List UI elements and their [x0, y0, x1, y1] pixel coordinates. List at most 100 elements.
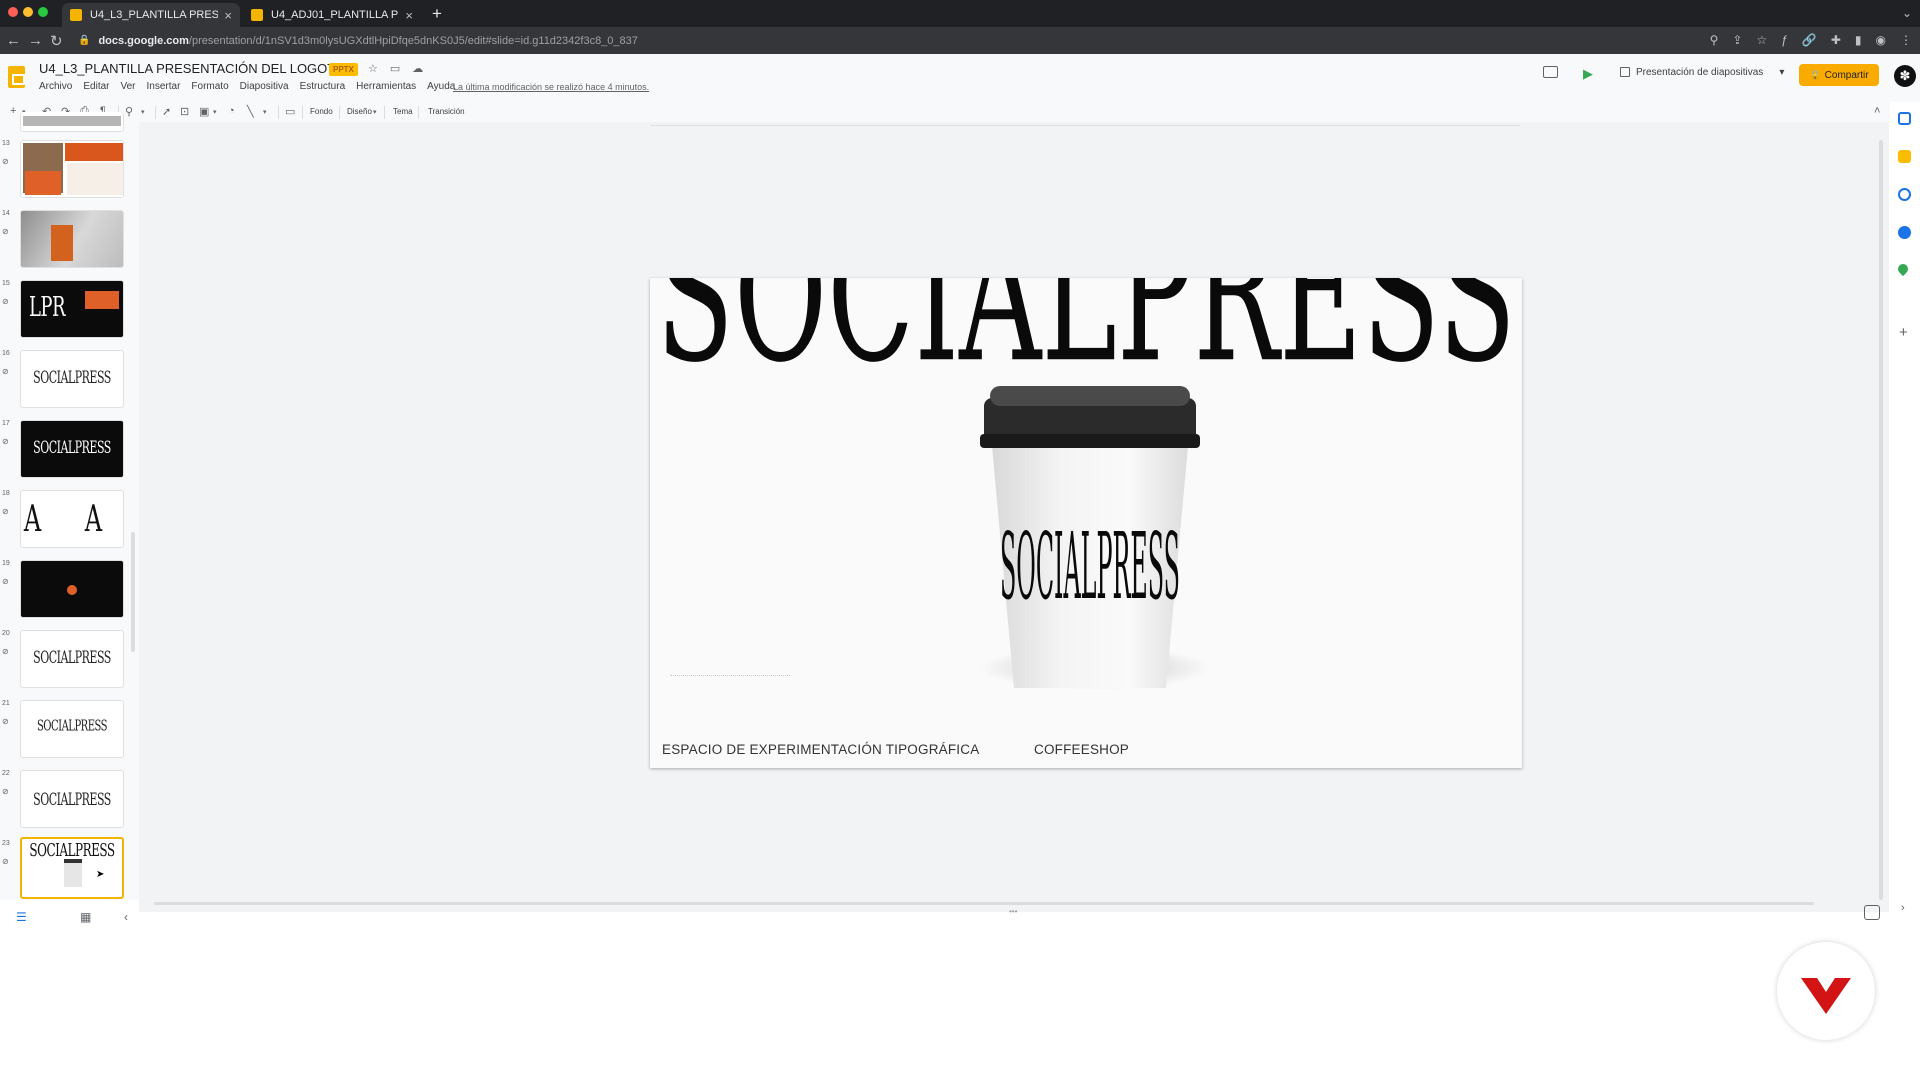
slide-thumbnail[interactable] — [20, 560, 124, 618]
slide-thumbnail[interactable]: A A — [20, 490, 124, 548]
menu-archivo[interactable]: Archivo — [39, 81, 72, 92]
zoom-icon[interactable]: ⚲ — [125, 105, 133, 118]
close-tab-icon[interactable]: × — [224, 8, 232, 23]
chevron-down-icon[interactable]: ▾ — [373, 108, 377, 116]
lock-icon: 🔒 — [78, 35, 91, 46]
present-button[interactable]: Presentación de diapositivas ▾ — [1620, 61, 1784, 83]
comments-icon[interactable] — [1543, 66, 1558, 78]
hide-panel-icon[interactable]: › — [1901, 902, 1905, 914]
menu-estructura[interactable]: Estructura — [300, 81, 346, 92]
back-arrow-icon[interactable]: ← — [6, 32, 21, 49]
profile-icon[interactable]: ◉ — [1876, 33, 1886, 47]
slide-thumbnail[interactable]: SOCIALPRESS — [20, 420, 124, 478]
collapse-filmstrip-icon[interactable]: ‹ — [124, 910, 128, 924]
explore-icon[interactable] — [1864, 905, 1880, 920]
menu-herramientas[interactable]: Herramientas — [356, 81, 416, 92]
keep-icon[interactable] — [1898, 150, 1911, 163]
avatar[interactable]: ✽ — [1894, 65, 1916, 87]
chevron-down-icon[interactable]: ▾ — [1779, 67, 1784, 78]
bookmark-star-icon[interactable]: ☆ — [1756, 33, 1767, 47]
document-title[interactable]: U4_L3_PLANTILLA PRESENTACIÓN DEL LOGOTIP… — [39, 61, 358, 76]
slide-thumbnail[interactable]: SOCIALPRESS — [20, 350, 124, 408]
browser-tab[interactable]: U4_ADJ01_PLANTILLA PRESEN × — [243, 3, 421, 27]
minimize-window-button[interactable] — [23, 7, 33, 17]
share-button[interactable]: 🔒 Compartir — [1799, 64, 1879, 86]
menu-insertar[interactable]: Insertar — [147, 81, 181, 92]
browser-tab-active[interactable]: U4_L3_PLANTILLA PRESENTAC × — [62, 3, 240, 27]
close-tab-icon[interactable]: × — [405, 8, 413, 23]
contacts-icon[interactable] — [1898, 226, 1911, 239]
url-host: docs.google.com — [98, 34, 189, 47]
menu-formato[interactable]: Formato — [191, 81, 228, 92]
slide-number: 13 — [2, 140, 10, 147]
browser-menu-icon[interactable]: ⋮ — [1900, 33, 1912, 47]
url-field[interactable]: 🔒 docs.google.com /presentation/d/1nSV1d… — [78, 30, 1158, 51]
maximize-window-button[interactable] — [38, 7, 48, 17]
link-icon: ⊘ — [2, 437, 9, 446]
image-icon[interactable]: ▣ — [199, 105, 209, 118]
slide-thumbnail-selected[interactable]: SOCIALPRESS ➤ — [20, 837, 124, 899]
theme-button[interactable]: Tema — [393, 107, 413, 116]
extension-icon[interactable]: ƒ — [1781, 33, 1788, 47]
tab-search-chevron-icon[interactable]: ⌄ — [1902, 6, 1912, 20]
share-page-icon[interactable]: ⇪ — [1732, 33, 1742, 47]
text-box-icon[interactable]: ⊡ — [180, 105, 189, 118]
canvas-horizontal-scrollbar[interactable] — [154, 902, 1814, 905]
slide-thumbnail[interactable]: LPR — [20, 280, 124, 338]
menu-diapositiva[interactable]: Diapositiva — [240, 81, 289, 92]
background-button[interactable]: Fondo — [310, 107, 333, 116]
last-edit-link[interactable]: La última modificación se realizó hace 4… — [453, 82, 649, 92]
slide-thumbnail[interactable]: SOCIALPRESS — [20, 700, 124, 758]
star-icon[interactable]: ☆ — [368, 62, 378, 75]
thumbnail-glyphs: A A — [23, 498, 121, 540]
chevron-down-icon[interactable]: ▾ — [141, 108, 145, 116]
shape-icon[interactable]: ◔ — [228, 105, 235, 117]
puzzle-icon[interactable]: ✚ — [1831, 33, 1841, 47]
add-addon-icon[interactable]: + — [1899, 324, 1908, 341]
address-bar-row: ← → ↻ 🔒 docs.google.com /presentation/d/… — [0, 27, 1920, 54]
link-icon: ⊘ — [2, 297, 9, 306]
speaker-notes-handle[interactable]: ••• — [1009, 907, 1017, 916]
toolbar-divider — [384, 106, 385, 119]
slides-logo-icon[interactable] — [8, 66, 25, 88]
collapse-toolbar-icon[interactable]: ˄ — [1874, 105, 1880, 117]
chevron-down-icon[interactable]: ▾ — [263, 108, 267, 116]
cloud-status-icon[interactable]: ☁ — [412, 62, 423, 75]
layout-button[interactable]: Diseño — [347, 107, 372, 116]
filmstrip-scrollbar[interactable] — [131, 532, 135, 652]
meet-icon[interactable]: ▶ — [1583, 66, 1593, 82]
new-tab-button[interactable]: + — [432, 4, 442, 24]
move-folder-icon[interactable]: ▭ — [390, 62, 400, 75]
maps-icon[interactable] — [1895, 261, 1911, 277]
toolbar-divider — [418, 106, 419, 119]
canvas-vertical-scrollbar[interactable] — [1879, 140, 1883, 900]
reload-icon[interactable]: ↻ — [50, 32, 63, 50]
current-slide[interactable]: SOCIALPRESS SOCIALPRESS ESPACIO DE EXPER… — [650, 278, 1522, 768]
slides-panel-icon[interactable] — [1898, 112, 1911, 125]
tasks-icon[interactable] — [1898, 188, 1911, 201]
sidebar-icon[interactable]: ▮ — [1855, 33, 1862, 47]
select-cursor-icon[interactable]: ➚ — [162, 105, 171, 118]
grid-view-icon[interactable]: ▦ — [80, 910, 91, 924]
slide-thumbnail[interactable]: SOCIALPRESS — [20, 630, 124, 688]
menu-ayuda[interactable]: Ayuda — [427, 81, 455, 92]
close-window-button[interactable] — [8, 7, 18, 17]
chevron-down-icon[interactable]: ▾ — [213, 108, 217, 116]
line-icon[interactable]: ╲ — [247, 105, 254, 118]
link-icon[interactable]: 🔗 — [1802, 33, 1817, 47]
forward-arrow-icon[interactable]: → — [28, 32, 43, 49]
transition-button[interactable]: Transición — [428, 107, 465, 116]
present-label: Presentación de diapositivas — [1636, 66, 1764, 78]
link-icon: ⊘ — [2, 227, 9, 236]
slide-thumbnail[interactable]: SOCIALPRESS — [20, 770, 124, 828]
menu-ver[interactable]: Ver — [120, 81, 135, 92]
slide-thumbnail[interactable] — [20, 112, 124, 132]
menu-editar[interactable]: Editar — [83, 81, 109, 92]
zoom-icon[interactable]: ⚲ — [1710, 33, 1719, 47]
comment-add-icon[interactable]: ▭ — [285, 105, 295, 118]
slide-number: 21 — [2, 700, 10, 707]
list-view-icon[interactable]: ☰ — [16, 910, 27, 924]
slide-thumbnail[interactable] — [20, 210, 124, 268]
new-slide-icon[interactable]: + — [10, 105, 16, 117]
slide-thumbnail[interactable] — [20, 140, 124, 198]
